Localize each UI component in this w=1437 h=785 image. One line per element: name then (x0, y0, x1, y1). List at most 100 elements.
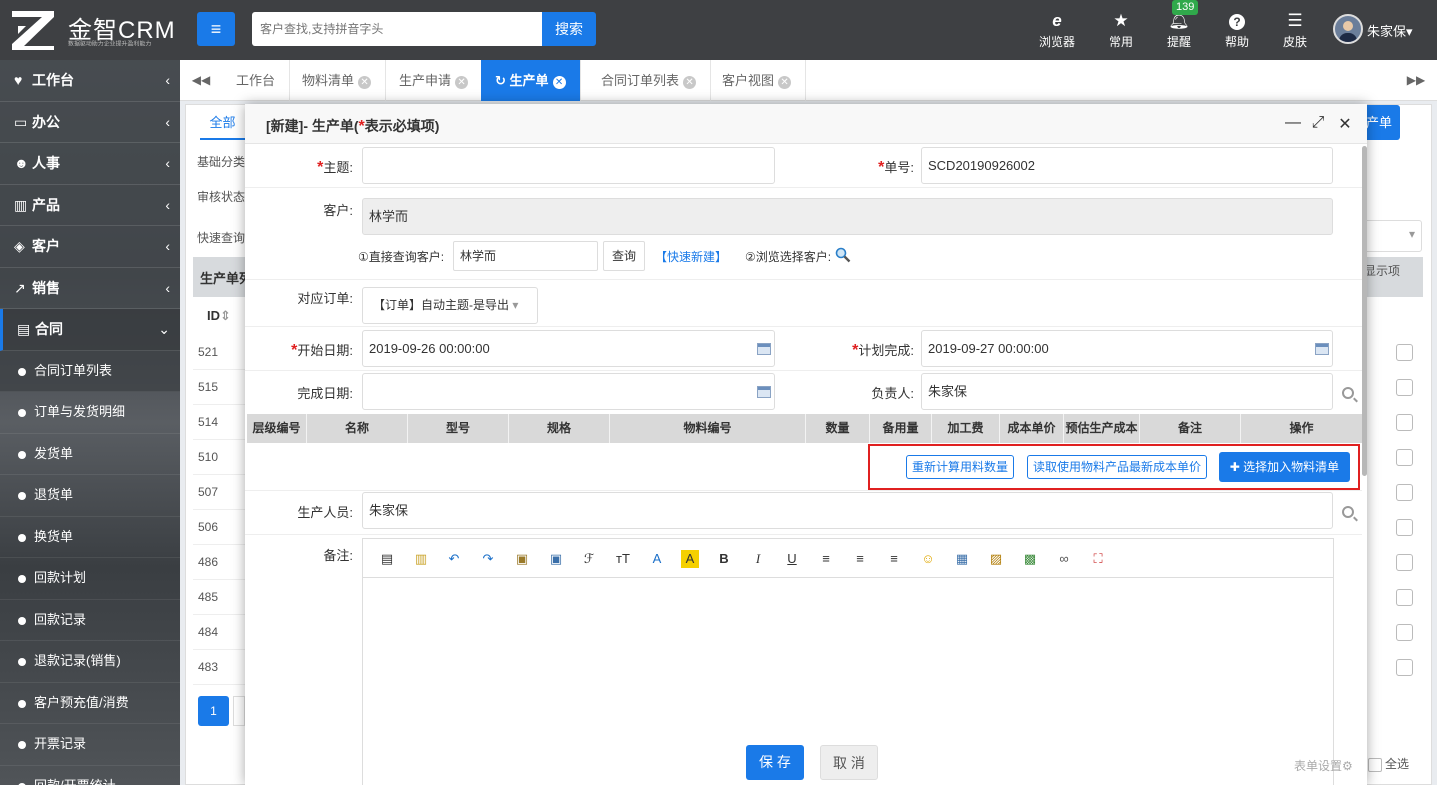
sidebar-item-product[interactable]: ▥ 产品 ‹ (0, 184, 180, 226)
magnifier-icon[interactable] (835, 247, 851, 263)
row-checkbox[interactable] (1396, 659, 1413, 676)
skin-tool[interactable]: ☰ 皮肤 (1270, 10, 1320, 50)
font-family-icon[interactable]: ℱ (580, 550, 598, 568)
save-button[interactable]: 保 存 (746, 745, 804, 780)
paste-text-icon[interactable]: ▣ (513, 550, 531, 568)
insert-image-icon[interactable]: ▨ (987, 550, 1005, 568)
sidebar-item-workbench[interactable]: ♥ 工作台 ‹ (0, 60, 180, 102)
quick-new-link[interactable]: 【快速新建】 (655, 248, 727, 265)
close-icon[interactable]: ✕ (455, 76, 469, 89)
tab-customer-view[interactable]: 客户视图 ✕ (708, 60, 807, 101)
close-icon[interactable]: ✕ (1335, 114, 1355, 134)
fullscreen-icon[interactable]: ⛶ (1089, 550, 1107, 568)
source-icon[interactable]: ▤ (378, 550, 396, 568)
document-icon[interactable]: ▥ (412, 550, 430, 568)
row-checkbox[interactable] (1396, 484, 1413, 501)
paste-word-icon[interactable]: ▣ (547, 550, 565, 568)
sidebar-item-hr[interactable]: ☻ 人事 ‹ (0, 143, 180, 185)
table-row[interactable]: 507 (193, 475, 245, 510)
table-row[interactable]: 483 (193, 650, 245, 685)
table-row[interactable]: 506 (193, 510, 245, 545)
reminder-tool[interactable]: 🔔︎ 139 提醒 (1154, 0, 1204, 50)
scrollbar[interactable] (1362, 146, 1367, 476)
bold-icon[interactable]: B (715, 550, 733, 568)
row-checkbox[interactable] (1396, 519, 1413, 536)
read-latest-cost-button[interactable]: 读取使用物料产品最新成本单价 (1027, 455, 1207, 479)
sidebar-item-sales[interactable]: ↗ 销售 ‹ (0, 267, 180, 309)
sidebar-sub-item[interactable]: 回款计划 (0, 558, 180, 600)
sidebar-sub-item[interactable]: 客户预充值/消费 (0, 683, 180, 724)
table-row[interactable]: 486 (193, 545, 245, 580)
recalculate-quantity-button[interactable]: 重新计算用料数量 (906, 455, 1014, 479)
sidebar-sub-item[interactable]: 发货单 (0, 434, 180, 475)
table-row[interactable]: 485 (193, 580, 245, 615)
row-checkbox[interactable] (1396, 344, 1413, 361)
redo-icon[interactable]: ↷ (479, 550, 497, 568)
sidebar-sub-item[interactable]: 回款记录 (0, 600, 180, 641)
align-right-icon[interactable]: ≡ (885, 550, 903, 568)
direct-query-input[interactable]: 林学而 (453, 241, 598, 271)
page-1-button[interactable]: 1 (198, 696, 229, 726)
tab-contract-order-list[interactable]: 合同订单列表 ✕ (587, 60, 712, 101)
table-row[interactable]: 514 (193, 405, 245, 440)
search-icon[interactable] (1342, 387, 1354, 399)
calendar-icon[interactable] (1315, 343, 1329, 355)
tab-production-order[interactable]: ↻ 生产单 ✕ (481, 60, 581, 101)
menu-toggle-button[interactable]: ≡ (197, 12, 235, 46)
customer-search-input[interactable] (252, 12, 543, 46)
insert-media-icon[interactable]: ▩ (1021, 550, 1039, 568)
logo[interactable]: 金智CRM 数据驱动助力企业提升盈利能力 (10, 8, 180, 52)
sidebar-item-customer[interactable]: ◈ 客户 ‹ (0, 226, 180, 268)
sidebar-sub-item[interactable]: 换货单 (0, 517, 180, 558)
table-row[interactable]: 484 (193, 615, 245, 650)
table-row[interactable]: 521 (193, 335, 245, 370)
table-icon[interactable]: ▦ (953, 550, 971, 568)
help-tool[interactable]: ? 帮助 (1212, 10, 1262, 50)
tab-scroll-right-button[interactable]: ▶▶ (1395, 60, 1437, 101)
underline-icon[interactable]: U (783, 550, 801, 568)
sidebar-sub-item[interactable]: 开票记录 (0, 724, 180, 766)
highlight-color-icon[interactable]: A (681, 550, 699, 568)
undo-icon[interactable]: ↶ (445, 550, 463, 568)
link-icon[interactable]: ∞ (1055, 550, 1073, 568)
query-button[interactable]: 查询 (603, 241, 645, 271)
quick-query-select[interactable]: ▾ (1364, 220, 1422, 252)
tab-bom[interactable]: 物料清单 ✕ (288, 60, 387, 101)
sidebar-sub-item[interactable]: 退款记录(销售) (0, 641, 180, 683)
close-icon[interactable]: ✕ (358, 76, 372, 89)
number-field[interactable]: SCD20190926002 (921, 147, 1333, 184)
table-row[interactable]: 510 (193, 440, 245, 475)
row-checkbox[interactable] (1396, 379, 1413, 396)
finish-date-field[interactable] (362, 373, 775, 410)
sidebar-sub-item[interactable]: 订单与发货明细 (0, 392, 180, 434)
row-checkbox[interactable] (1396, 624, 1413, 641)
sidebar-sub-item[interactable]: 退货单 (0, 475, 180, 517)
search-button[interactable]: 搜索 (542, 12, 596, 46)
tab-scroll-left-button[interactable]: ◀◀ (180, 60, 222, 101)
sidebar-item-contract[interactable]: ▤ 合同 ⌄ (0, 309, 180, 351)
emoji-icon[interactable]: ☺ (919, 550, 937, 568)
close-icon[interactable]: ✕ (778, 76, 792, 89)
close-icon[interactable]: ✕ (683, 76, 697, 89)
minimize-icon[interactable]: — (1283, 114, 1303, 132)
row-checkbox[interactable] (1396, 554, 1413, 571)
user-menu[interactable]: 朱家保▾ (1333, 14, 1433, 46)
tab-all[interactable]: 全部 (200, 108, 245, 140)
favorites-tool[interactable]: ★ 常用 (1096, 10, 1146, 50)
new-production-order-button[interactable]: 产单 (1362, 105, 1400, 140)
sidebar-sub-item[interactable]: 回款/开票统计 (0, 766, 180, 785)
start-date-field[interactable]: 2019-09-26 00:00:00 (362, 330, 775, 367)
row-checkbox[interactable] (1396, 414, 1413, 431)
search-icon[interactable] (1342, 506, 1354, 518)
tab-workbench[interactable]: 工作台 (222, 60, 291, 101)
font-color-icon[interactable]: A (648, 550, 666, 568)
align-left-icon[interactable]: ≡ (817, 550, 835, 568)
calendar-icon[interactable] (757, 343, 771, 355)
tab-production-request[interactable]: 生产申请 ✕ (385, 60, 484, 101)
display-items-button[interactable]: 显示项 (1364, 262, 1400, 279)
row-checkbox[interactable] (1396, 589, 1413, 606)
subject-field[interactable] (362, 147, 775, 184)
italic-icon[interactable]: I (749, 550, 767, 568)
order-select[interactable]: 【订单】自动主题-是导出 ▾ (362, 287, 538, 324)
font-size-icon[interactable]: тT (614, 550, 632, 568)
